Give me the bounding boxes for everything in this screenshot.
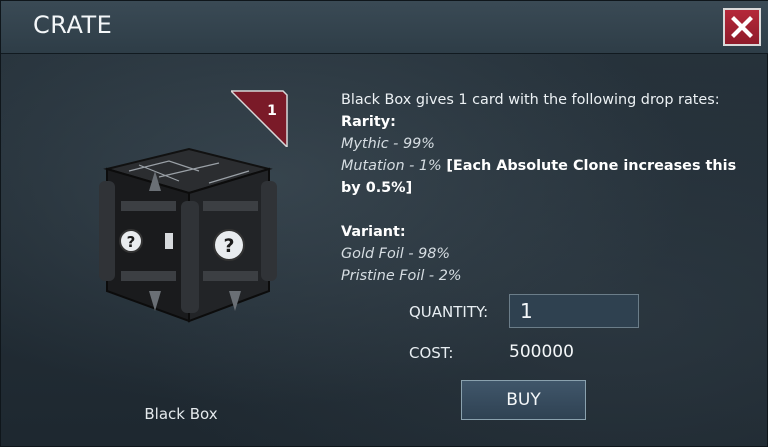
variant-pristine-foil: Pristine Foil - 2% bbox=[341, 268, 462, 284]
variant-gold-foil: Gold Foil - 98% bbox=[341, 246, 451, 262]
question-mark-icon: ? bbox=[213, 229, 245, 261]
cost-value: 500000 bbox=[509, 342, 574, 362]
rarity-mythic: Mythic - 99% bbox=[341, 136, 435, 152]
description-intro: Black Box gives 1 card with the followin… bbox=[341, 92, 720, 108]
variant-heading: Variant: bbox=[341, 224, 406, 240]
rarity-heading: Rarity: bbox=[341, 114, 396, 130]
crate-preview: 1 ? ? bbox=[61, 81, 301, 341]
quantity-label: QUANTITY: bbox=[409, 303, 489, 321]
crate-count-badge: 1 bbox=[267, 103, 277, 119]
quantity-input[interactable] bbox=[509, 294, 639, 328]
buy-button[interactable]: BUY bbox=[461, 380, 586, 420]
rarity-mutation: Mutation - 1% bbox=[341, 158, 442, 174]
question-mark-icon: ? bbox=[119, 229, 143, 253]
cost-label: COST: bbox=[409, 344, 454, 362]
drop-rates-description: Black Box gives 1 card with the followin… bbox=[341, 89, 741, 287]
crate-name-label: Black Box bbox=[144, 405, 218, 423]
crate-dialog: CRATE 1 ? ? Black Box Black Box gives 1 … bbox=[0, 0, 768, 447]
title-bar: CRATE bbox=[1, 1, 768, 54]
black-box-crate-image: ? ? bbox=[99, 147, 277, 323]
close-button[interactable] bbox=[723, 8, 761, 46]
rarity-mutation-line: Mutation - 1% [Each Absolute Clone incre… bbox=[341, 155, 741, 199]
dialog-title: CRATE bbox=[33, 11, 113, 39]
close-icon bbox=[731, 16, 753, 38]
svg-text:?: ? bbox=[223, 235, 234, 257]
svg-text:?: ? bbox=[127, 233, 136, 251]
